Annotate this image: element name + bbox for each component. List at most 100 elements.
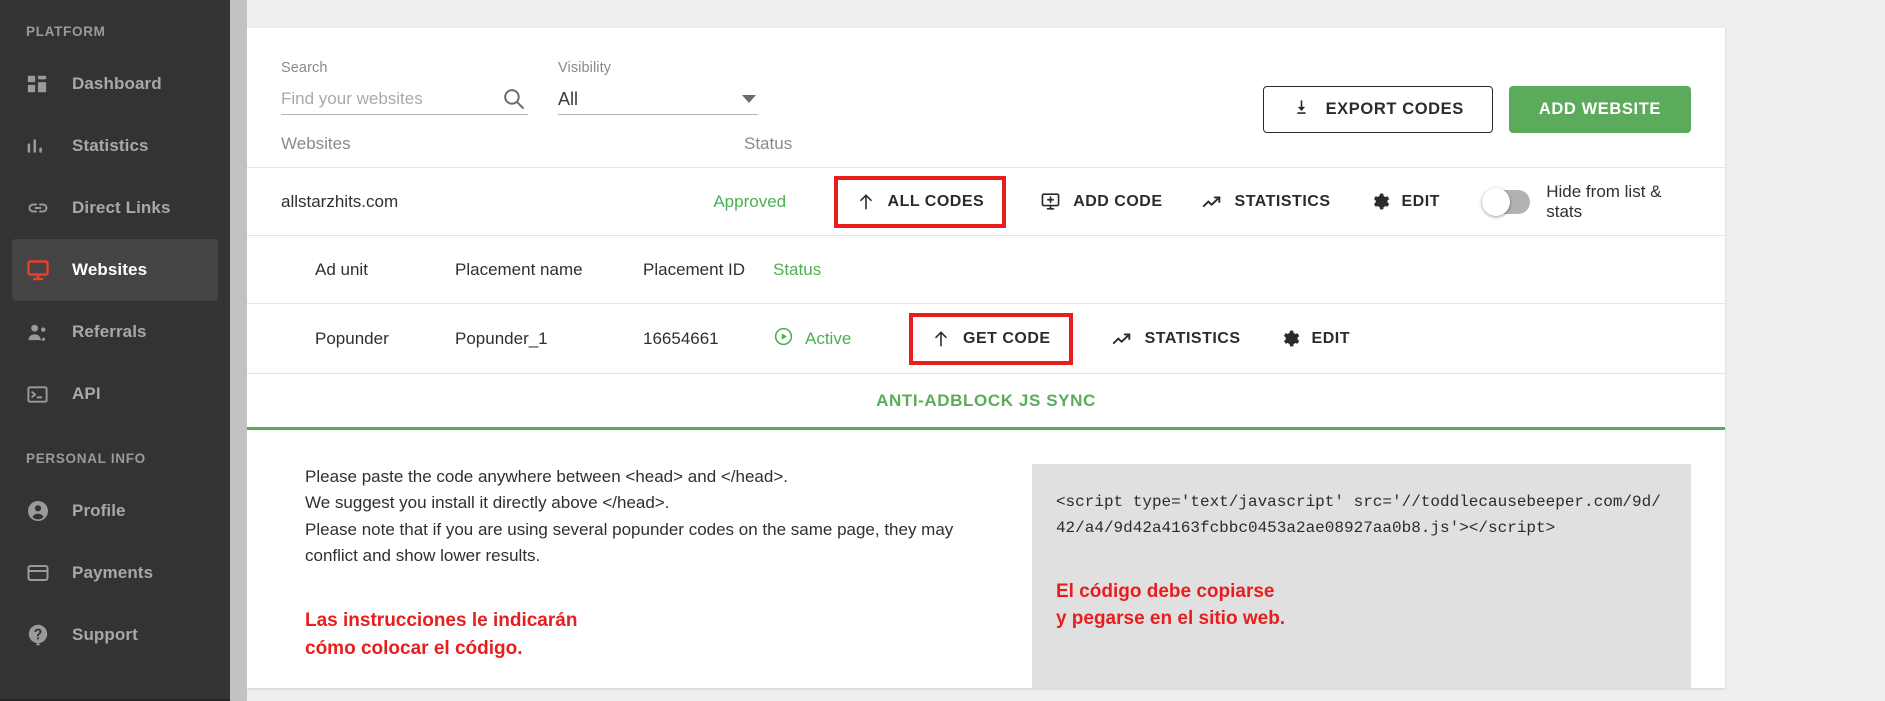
search-field: Search bbox=[281, 60, 528, 115]
add-website-button[interactable]: ADD WEBSITE bbox=[1508, 86, 1691, 133]
sidebar-item-label: Referrals bbox=[72, 322, 147, 341]
code-snippet-text: <script type='text/javascript' src='//to… bbox=[1055, 493, 1661, 537]
sidebar-item-profile[interactable]: Profile bbox=[12, 480, 218, 542]
placement-statistics-button[interactable]: STATISTICS bbox=[1111, 328, 1241, 350]
toggle-knob bbox=[1481, 187, 1510, 216]
main-content: Search Visibility All bbox=[247, 0, 1885, 701]
visibility-value: All bbox=[558, 88, 579, 109]
export-codes-label: EXPORT CODES bbox=[1325, 100, 1464, 118]
export-codes-button[interactable]: EXPORT CODES bbox=[1262, 86, 1493, 133]
people-icon bbox=[26, 319, 56, 345]
website-edit-label: EDIT bbox=[1401, 192, 1440, 210]
visibility-field: Visibility All bbox=[558, 60, 758, 115]
search-label: Search bbox=[281, 60, 328, 76]
toolbar: Search Visibility All bbox=[247, 28, 1725, 133]
sidebar-item-label: Payments bbox=[72, 563, 154, 582]
sidebar-item-label: Websites bbox=[72, 260, 148, 279]
add-code-button[interactable]: ADD CODE bbox=[1040, 191, 1162, 212]
page-scrollbar[interactable] bbox=[230, 0, 247, 701]
trend-up-icon bbox=[1201, 191, 1223, 213]
toolbar-actions: EXPORT CODES ADD WEBSITE bbox=[1262, 86, 1691, 133]
placement-edit-label: EDIT bbox=[1311, 329, 1350, 347]
trend-up-icon bbox=[1111, 328, 1133, 350]
website-edit-button[interactable]: EDIT bbox=[1369, 191, 1440, 212]
sidebar-item-support[interactable]: Support bbox=[12, 604, 218, 666]
code-snippet-box[interactable]: <script type='text/javascript' src='//to… bbox=[1031, 464, 1691, 688]
download-icon bbox=[1292, 98, 1311, 122]
app-root: PLATFORM Dashboard Statistics Direct Lin… bbox=[0, 0, 1885, 701]
website-status-badge: Approved bbox=[713, 191, 787, 211]
terminal-icon bbox=[26, 381, 56, 407]
column-header-websites: Websites bbox=[281, 133, 351, 153]
websites-card: Search Visibility All bbox=[247, 28, 1725, 688]
sidebar-section-platform: PLATFORM bbox=[26, 24, 106, 39]
sidebar-item-direct-links[interactable]: Direct Links bbox=[12, 177, 218, 239]
sidebar-item-referrals[interactable]: Referrals bbox=[12, 301, 218, 363]
placements-table-header: Ad unit Placement name Placement ID Stat… bbox=[247, 236, 1725, 304]
sidebar-item-websites[interactable]: Websites bbox=[12, 239, 218, 301]
help-circle-icon bbox=[26, 622, 56, 648]
column-header-placement-name: Placement name bbox=[455, 259, 583, 279]
website-statistics-button[interactable]: STATISTICS bbox=[1201, 191, 1331, 213]
hide-from-list-label: Hide from list & stats bbox=[1546, 181, 1662, 221]
get-code-label: GET CODE bbox=[963, 329, 1051, 347]
play-circle-icon bbox=[773, 326, 794, 352]
table-row: Popunder Popunder_1 16654661 Active GET … bbox=[247, 304, 1725, 374]
upload-arrow-icon bbox=[856, 192, 876, 212]
monitor-icon bbox=[26, 257, 56, 283]
upload-arrow-icon bbox=[931, 329, 951, 349]
credit-card-icon bbox=[26, 560, 56, 586]
search-input[interactable] bbox=[281, 89, 486, 109]
code-panel: Please paste the code anywhere between <… bbox=[247, 430, 1725, 688]
placement-status-label: Active bbox=[805, 328, 852, 348]
sidebar-item-label: Support bbox=[72, 625, 138, 644]
annotation-code: El código debe copiarse y pegarse en el … bbox=[1055, 580, 1286, 630]
column-header-status: Status bbox=[744, 133, 793, 153]
add-box-icon bbox=[1040, 191, 1061, 212]
sidebar: PLATFORM Dashboard Statistics Direct Lin… bbox=[0, 0, 230, 701]
gear-icon bbox=[1279, 328, 1300, 349]
sidebar-item-label: Direct Links bbox=[72, 198, 171, 217]
instruction-line-1: Please paste the code anywhere between <… bbox=[305, 467, 788, 486]
add-website-label: ADD WEBSITE bbox=[1538, 100, 1661, 118]
sidebar-item-label: Dashboard bbox=[72, 74, 162, 93]
sidebar-item-statistics[interactable]: Statistics bbox=[12, 115, 218, 177]
search-icon[interactable] bbox=[501, 86, 526, 116]
code-tabs: ANTI-ADBLOCK JS SYNC bbox=[247, 374, 1725, 430]
user-circle-icon bbox=[26, 498, 56, 524]
bar-chart-icon bbox=[26, 133, 56, 159]
sidebar-item-dashboard[interactable]: Dashboard bbox=[12, 53, 218, 115]
website-row: allstarzhits.com Approved ALL CODES ADD … bbox=[247, 168, 1725, 236]
get-code-button[interactable]: GET CODE bbox=[909, 312, 1073, 365]
website-statistics-label: STATISTICS bbox=[1234, 192, 1331, 210]
placement-ad-unit: Popunder bbox=[315, 328, 389, 348]
website-name: allstarzhits.com bbox=[281, 191, 399, 211]
column-header-placement-status: Status bbox=[773, 259, 822, 279]
sidebar-item-label: API bbox=[72, 384, 101, 403]
sidebar-section-personal-info: PERSONAL INFO bbox=[26, 451, 146, 466]
placement-statistics-label: STATISTICS bbox=[1144, 329, 1241, 347]
all-codes-label: ALL CODES bbox=[887, 192, 985, 210]
gear-icon bbox=[1369, 191, 1390, 212]
placement-name: Popunder_1 bbox=[455, 328, 548, 348]
instruction-line-2: We suggest you install it directly above… bbox=[305, 493, 670, 513]
sidebar-item-api[interactable]: API bbox=[12, 363, 218, 425]
hide-from-list-toggle[interactable]: Hide from list & stats bbox=[1481, 181, 1691, 222]
column-header-placement-id: Placement ID bbox=[643, 259, 746, 279]
dashboard-icon bbox=[26, 71, 56, 97]
tab-anti-adblock-js-sync[interactable]: ANTI-ADBLOCK JS SYNC bbox=[876, 391, 1096, 411]
toggle-switch[interactable] bbox=[1481, 187, 1531, 216]
visibility-select[interactable]: All bbox=[558, 84, 758, 115]
instruction-line-3: Please note that if you are using severa… bbox=[305, 519, 954, 566]
link-icon bbox=[26, 195, 56, 221]
chevron-down-icon bbox=[742, 95, 756, 103]
annotation-instructions: Las instrucciones le indicarán cómo colo… bbox=[305, 610, 578, 659]
add-code-label: ADD CODE bbox=[1073, 192, 1163, 210]
column-header-ad-unit: Ad unit bbox=[315, 259, 368, 279]
sidebar-item-label: Profile bbox=[72, 501, 126, 520]
sidebar-item-payments[interactable]: Payments bbox=[12, 542, 218, 604]
placement-id: 16654661 bbox=[643, 328, 719, 348]
all-codes-button[interactable]: ALL CODES bbox=[833, 175, 1007, 228]
placement-status: Active bbox=[773, 326, 913, 352]
placement-edit-button[interactable]: EDIT bbox=[1279, 328, 1350, 349]
